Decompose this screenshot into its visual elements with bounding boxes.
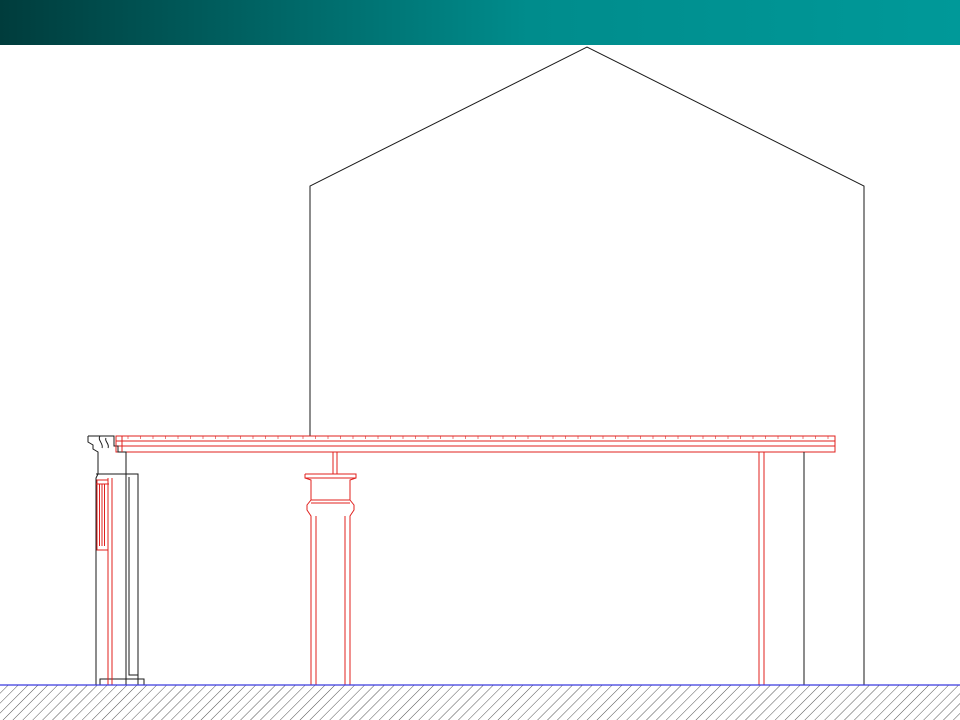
gable-wall-outline [309,46,865,685]
roof-beam [115,435,836,453]
right-support-post [803,452,805,685]
elevation-drawing [0,46,960,720]
left-pier [87,435,145,685]
right-red-post [758,452,765,685]
central-column [304,452,357,685]
ground-hatch [0,685,960,720]
